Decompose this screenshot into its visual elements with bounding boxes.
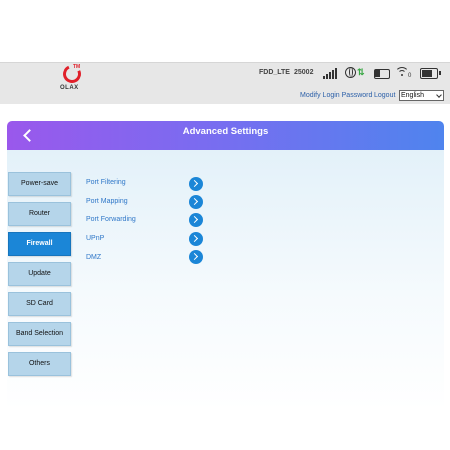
menu-item-port-forwarding[interactable]: Port Forwarding — [86, 216, 136, 223]
menu-item-dmz[interactable]: DMZ — [86, 254, 101, 261]
battery-level-fill — [422, 70, 432, 77]
menu-item-upnp[interactable]: UPnP — [86, 235, 104, 242]
chevron-down-icon — [436, 92, 442, 98]
wifi-clients-count: 0 — [408, 73, 412, 79]
wifi-icon: 0 — [395, 66, 413, 80]
page-title: Advanced Settings — [182, 126, 269, 137]
network-type: FDD_LTE — [259, 69, 290, 76]
language-select[interactable]: English — [399, 90, 444, 101]
olax-logo: TM OLAX — [60, 62, 90, 96]
sms-icon[interactable] — [374, 69, 390, 79]
logout-link[interactable]: Logout — [374, 92, 395, 99]
sidebar-item-band-selection[interactable]: Band Selection — [8, 322, 71, 346]
port-filtering-arrow-icon[interactable] — [189, 177, 203, 191]
sidebar-item-update[interactable]: Update — [8, 262, 71, 286]
operator-code: 25002 — [294, 69, 314, 76]
sidebar-item-others[interactable]: Others — [8, 352, 71, 376]
logo-trademark: TM — [73, 64, 81, 70]
content-panel — [7, 150, 444, 410]
menu-item-port-filtering[interactable]: Port Filtering — [86, 179, 126, 186]
dmz-arrow-icon[interactable] — [189, 250, 203, 264]
signal-icon — [323, 68, 337, 79]
port-mapping-arrow-icon[interactable] — [189, 195, 203, 209]
modify-password-link[interactable]: Modify Login Password — [300, 92, 372, 99]
battery-icon — [420, 68, 441, 79]
sidebar-item-sd-card[interactable]: SD Card — [8, 292, 71, 316]
sidebar-item-power-save[interactable]: Power-save — [8, 172, 71, 196]
upnp-arrow-icon[interactable] — [189, 232, 203, 246]
port-forwarding-arrow-icon[interactable] — [189, 213, 203, 227]
language-selected-value: English — [401, 92, 424, 99]
logo-brand-text: OLAX — [60, 85, 79, 91]
sidebar-item-firewall[interactable]: Firewall — [8, 232, 71, 256]
data-transfer-icon: ⇅ — [345, 67, 367, 79]
sidebar-item-router[interactable]: Router — [8, 202, 71, 226]
menu-item-port-mapping[interactable]: Port Mapping — [86, 198, 128, 205]
